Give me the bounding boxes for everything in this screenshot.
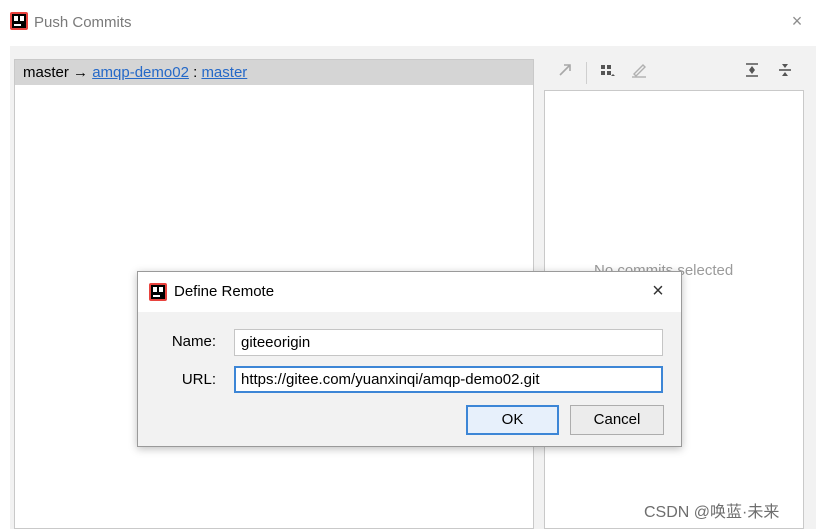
collapse-all-icon[interactable] (774, 62, 796, 84)
branch-row[interactable]: master → amqp-demo02 : master (15, 60, 533, 85)
ok-button[interactable]: OK (466, 405, 559, 435)
watermark: CSDN @唤蓝·未来 (644, 504, 780, 521)
name-field[interactable] (234, 329, 663, 356)
edit-icon[interactable] (628, 62, 650, 84)
intellij-app-icon (10, 12, 28, 30)
cancel-button[interactable]: Cancel (570, 405, 664, 435)
toolbar-separator (586, 62, 587, 84)
remote-branch-link[interactable]: master (201, 64, 247, 81)
local-branch: master (23, 64, 69, 81)
name-label: Name: (171, 333, 216, 350)
window-title: Push Commits (34, 14, 132, 31)
url-label: URL: (181, 371, 216, 388)
arrow-icon: → (73, 64, 89, 81)
dialog-title: Define Remote (174, 283, 275, 300)
window-close-button[interactable]: × (786, 11, 808, 32)
expand-all-icon[interactable] (741, 62, 763, 84)
url-field[interactable] (234, 366, 663, 393)
branch-separator: : (193, 64, 198, 81)
group-by-icon[interactable] (596, 62, 618, 84)
expand-icon[interactable] (554, 62, 576, 84)
dialog-close-button[interactable]: × (646, 280, 670, 303)
intellij-app-icon (149, 283, 167, 301)
remote-link[interactable]: amqp-demo02 (92, 64, 189, 81)
